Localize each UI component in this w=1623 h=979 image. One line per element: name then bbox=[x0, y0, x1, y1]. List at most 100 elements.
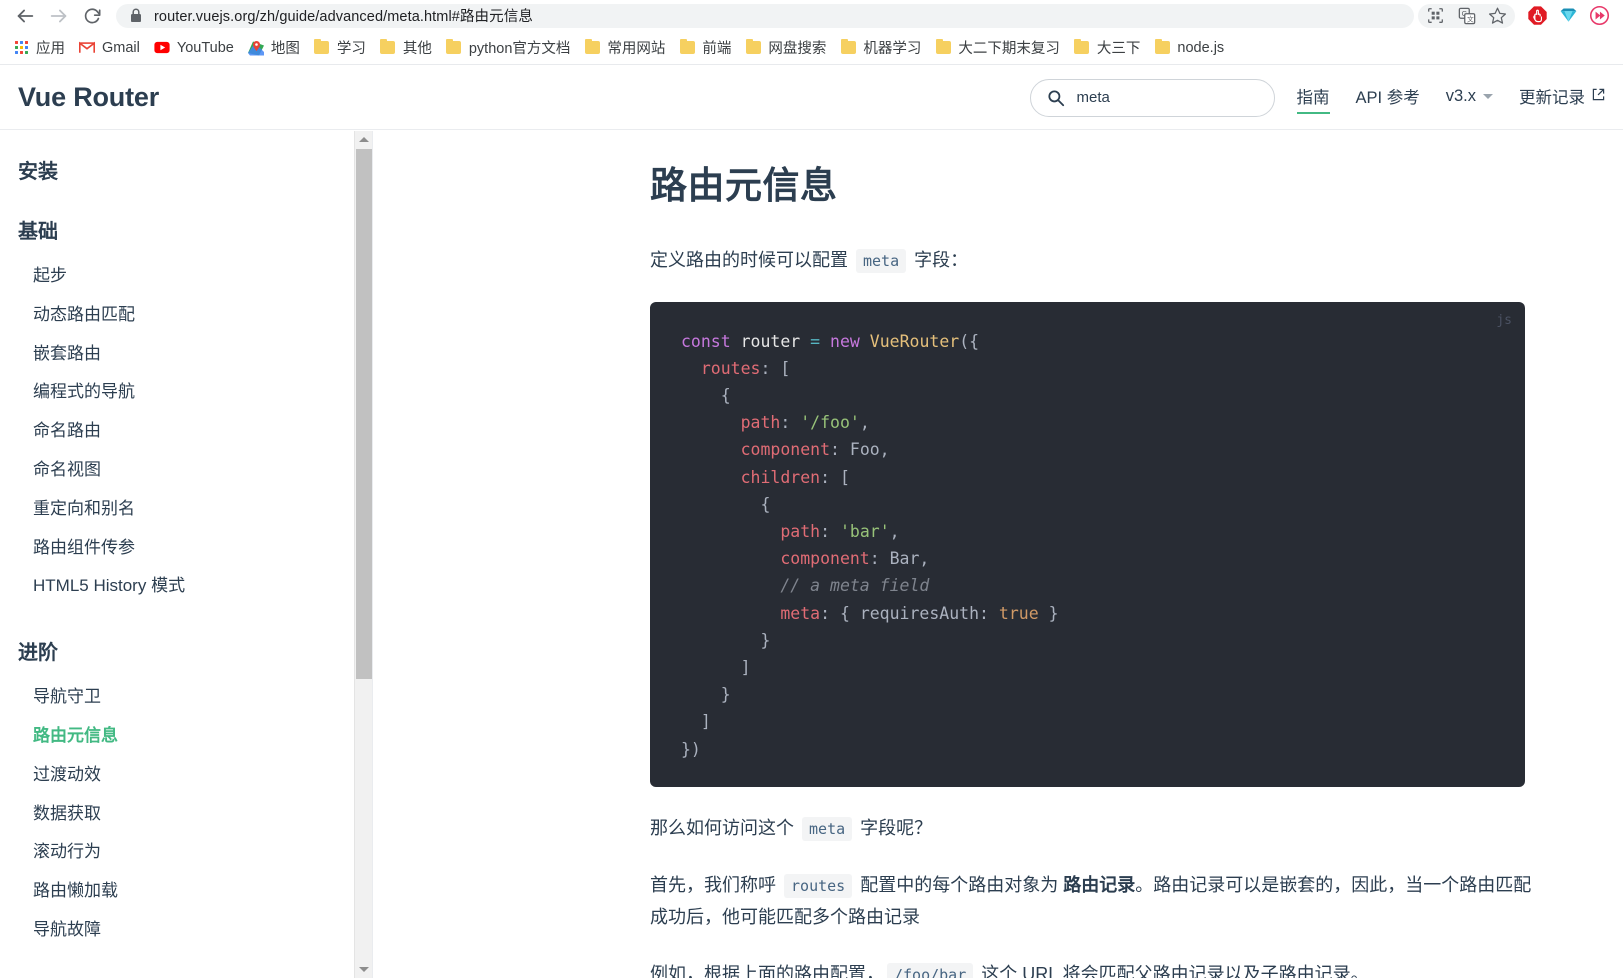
qr-code-icon[interactable] bbox=[1420, 3, 1451, 29]
external-link-icon bbox=[1592, 87, 1605, 106]
browser-toolbar: router.vuejs.org/zh/guide/advanced/meta.… bbox=[0, 0, 1623, 31]
intro-text-before: 定义路由的时候可以配置 bbox=[650, 250, 853, 270]
site-header: Vue Router meta 指南 API 参考 v3.x bbox=[0, 65, 1623, 130]
code-content[interactable]: const router = new VueRouter({ routes: [… bbox=[681, 328, 1499, 763]
folder-icon bbox=[1154, 40, 1170, 56]
sidebar-item-route-props[interactable]: 路由组件传参 bbox=[0, 529, 355, 568]
folder-icon bbox=[446, 40, 462, 56]
bookmark-label: 网盘搜索 bbox=[768, 37, 826, 58]
nav-link-changelog[interactable]: 更新记录 bbox=[1519, 84, 1605, 111]
nav-label: 指南 bbox=[1297, 84, 1330, 108]
folder-icon bbox=[679, 40, 695, 56]
bookmark-label: Gmail bbox=[102, 40, 140, 56]
bookmark-folder-xuexi[interactable]: 学习 bbox=[307, 35, 373, 61]
bookmark-label: 机器学习 bbox=[863, 37, 921, 58]
bookmark-gmail[interactable]: Gmail bbox=[72, 35, 147, 61]
bookmark-folder-daerxia[interactable]: 大二下期末复习 bbox=[928, 35, 1067, 61]
code-language-label: js bbox=[1496, 313, 1512, 328]
nav-label: API 参考 bbox=[1356, 84, 1420, 108]
sidebar-group-advanced[interactable]: 进阶 bbox=[0, 640, 355, 666]
inline-code-foobar: /foo/bar bbox=[887, 963, 973, 978]
ex-text-after: 这个 URL 将会匹配父路由记录以及子路由记录。 bbox=[976, 964, 1368, 978]
sidebar-item-nested-routes[interactable]: 嵌套路由 bbox=[0, 335, 355, 374]
bookmarks-bar: 应用 Gmail YouTube bbox=[0, 31, 1623, 65]
search-value: meta bbox=[1077, 89, 1110, 106]
search-input[interactable]: meta bbox=[1030, 79, 1275, 117]
main-content: 路由元信息 定义路由的时候可以配置 meta 字段： js const rout… bbox=[373, 131, 1623, 978]
lock-icon bbox=[130, 8, 142, 23]
bookmark-folder-nodejs[interactable]: node.js bbox=[1147, 35, 1231, 61]
sidebar-item-transitions[interactable]: 过渡动效 bbox=[0, 756, 355, 795]
bookmark-label: 学习 bbox=[337, 37, 366, 58]
bookmark-folder-qianduan[interactable]: 前端 bbox=[672, 35, 738, 61]
site-nav: 指南 API 参考 v3.x 更新记录 bbox=[1297, 84, 1605, 111]
maps-icon bbox=[248, 40, 264, 56]
translate-icon[interactable]: G 文 bbox=[1451, 3, 1482, 29]
route-record-term: 路由记录 bbox=[1063, 875, 1135, 895]
scrollbar-thumb[interactable] bbox=[356, 149, 372, 679]
browser-chrome: router.vuejs.org/zh/guide/advanced/meta.… bbox=[0, 0, 1623, 65]
question-paragraph: 那么如何访问这个 meta 字段呢？ bbox=[650, 813, 1535, 845]
url-text: router.vuejs.org/zh/guide/advanced/meta.… bbox=[154, 5, 533, 26]
sidebar-item-named-views[interactable]: 命名视图 bbox=[0, 451, 355, 490]
site-title[interactable]: Vue Router bbox=[18, 82, 159, 113]
sidebar-item-html5-history[interactable]: HTML5 History 模式 bbox=[0, 567, 355, 606]
header-right: meta 指南 API 参考 v3.x 更新记录 bbox=[1030, 65, 1605, 130]
sidebar-item-navigation-guards[interactable]: 导航守卫 bbox=[0, 678, 355, 717]
back-arrow-icon bbox=[14, 5, 36, 27]
code-block: js const router = new VueRouter({ routes… bbox=[650, 302, 1525, 787]
address-bar[interactable]: router.vuejs.org/zh/guide/advanced/meta.… bbox=[116, 4, 1414, 28]
sidebar-item-route-meta[interactable]: 路由元信息 bbox=[0, 717, 355, 756]
sidebar-group-basics[interactable]: 基础 bbox=[0, 219, 355, 245]
sidebar-item-data-fetching[interactable]: 数据获取 bbox=[0, 795, 355, 834]
sidebar-item-lazy-loading[interactable]: 路由懒加载 bbox=[0, 872, 355, 911]
svg-text:文: 文 bbox=[1467, 14, 1474, 23]
folder-icon bbox=[314, 40, 330, 56]
bookmark-folder-jiqixuexi[interactable]: 机器学习 bbox=[833, 35, 928, 61]
rec-text-before: 首先，我们称呼 bbox=[650, 875, 781, 895]
bookmark-label: node.js bbox=[1177, 40, 1224, 56]
sidebar-item-navigation-failures[interactable]: 导航故障 bbox=[0, 911, 355, 950]
sidebar-item-scroll-behavior[interactable]: 滚动行为 bbox=[0, 833, 355, 872]
record-paragraph: 首先，我们称呼 routes 配置中的每个路由对象为 路由记录。路由记录可以是嵌… bbox=[650, 870, 1535, 933]
reload-button[interactable] bbox=[76, 1, 110, 31]
diamond-extension-icon[interactable] bbox=[1553, 3, 1584, 29]
gmail-icon bbox=[79, 40, 95, 56]
nav-link-api[interactable]: API 参考 bbox=[1356, 84, 1420, 111]
sidebar-item-dynamic-matching[interactable]: 动态路由匹配 bbox=[0, 296, 355, 335]
bookmark-folder-changyong[interactable]: 常用网站 bbox=[577, 35, 672, 61]
sidebar-group-install[interactable]: 安装 bbox=[0, 159, 355, 185]
bookmark-folder-qita[interactable]: 其他 bbox=[373, 35, 439, 61]
intro-text-after: 字段： bbox=[909, 250, 968, 270]
adblock-extension-icon[interactable] bbox=[1522, 3, 1553, 29]
folder-icon bbox=[745, 40, 761, 56]
bookmark-folder-dasanxia[interactable]: 大三下 bbox=[1067, 35, 1148, 61]
forward-button[interactable] bbox=[42, 1, 76, 31]
nav-link-guide[interactable]: 指南 bbox=[1297, 84, 1330, 111]
bookmark-apps[interactable]: 应用 bbox=[6, 35, 72, 61]
nav-link-version[interactable]: v3.x bbox=[1446, 87, 1493, 109]
apps-grid-icon bbox=[13, 40, 29, 56]
bookmark-label: python官方文档 bbox=[469, 37, 571, 58]
bookmark-youtube[interactable]: YouTube bbox=[147, 35, 241, 61]
sidebar-scrollbar[interactable] bbox=[354, 131, 372, 978]
ex-text-before: 例如，根据上面的路由配置， bbox=[650, 964, 884, 978]
bookmark-folder-wangpan[interactable]: 网盘搜索 bbox=[738, 35, 833, 61]
scroll-down-button[interactable] bbox=[355, 961, 373, 978]
rec-text-mid: 配置中的每个路由对象为 bbox=[855, 875, 1063, 895]
sidebar-item-redirect-alias[interactable]: 重定向和别名 bbox=[0, 490, 355, 529]
bookmark-folder-python[interactable]: python官方文档 bbox=[439, 35, 578, 61]
sidebar-item-named-routes[interactable]: 命名路由 bbox=[0, 412, 355, 451]
bookmark-maps[interactable]: 地图 bbox=[241, 35, 307, 61]
fastforward-extension-icon[interactable] bbox=[1584, 3, 1615, 29]
bookmark-star-icon[interactable] bbox=[1482, 3, 1513, 29]
nav-label: 更新记录 bbox=[1519, 84, 1585, 108]
q-text-before: 那么如何访问这个 bbox=[650, 818, 799, 838]
folder-icon bbox=[935, 40, 951, 56]
reload-icon bbox=[83, 6, 103, 26]
sidebar-item-getting-started[interactable]: 起步 bbox=[0, 257, 355, 296]
toolbar-actions: G 文 bbox=[1418, 3, 1615, 29]
sidebar-item-programmatic-navigation[interactable]: 编程式的导航 bbox=[0, 373, 355, 412]
back-button[interactable] bbox=[8, 1, 42, 31]
scroll-up-button[interactable] bbox=[355, 131, 373, 148]
